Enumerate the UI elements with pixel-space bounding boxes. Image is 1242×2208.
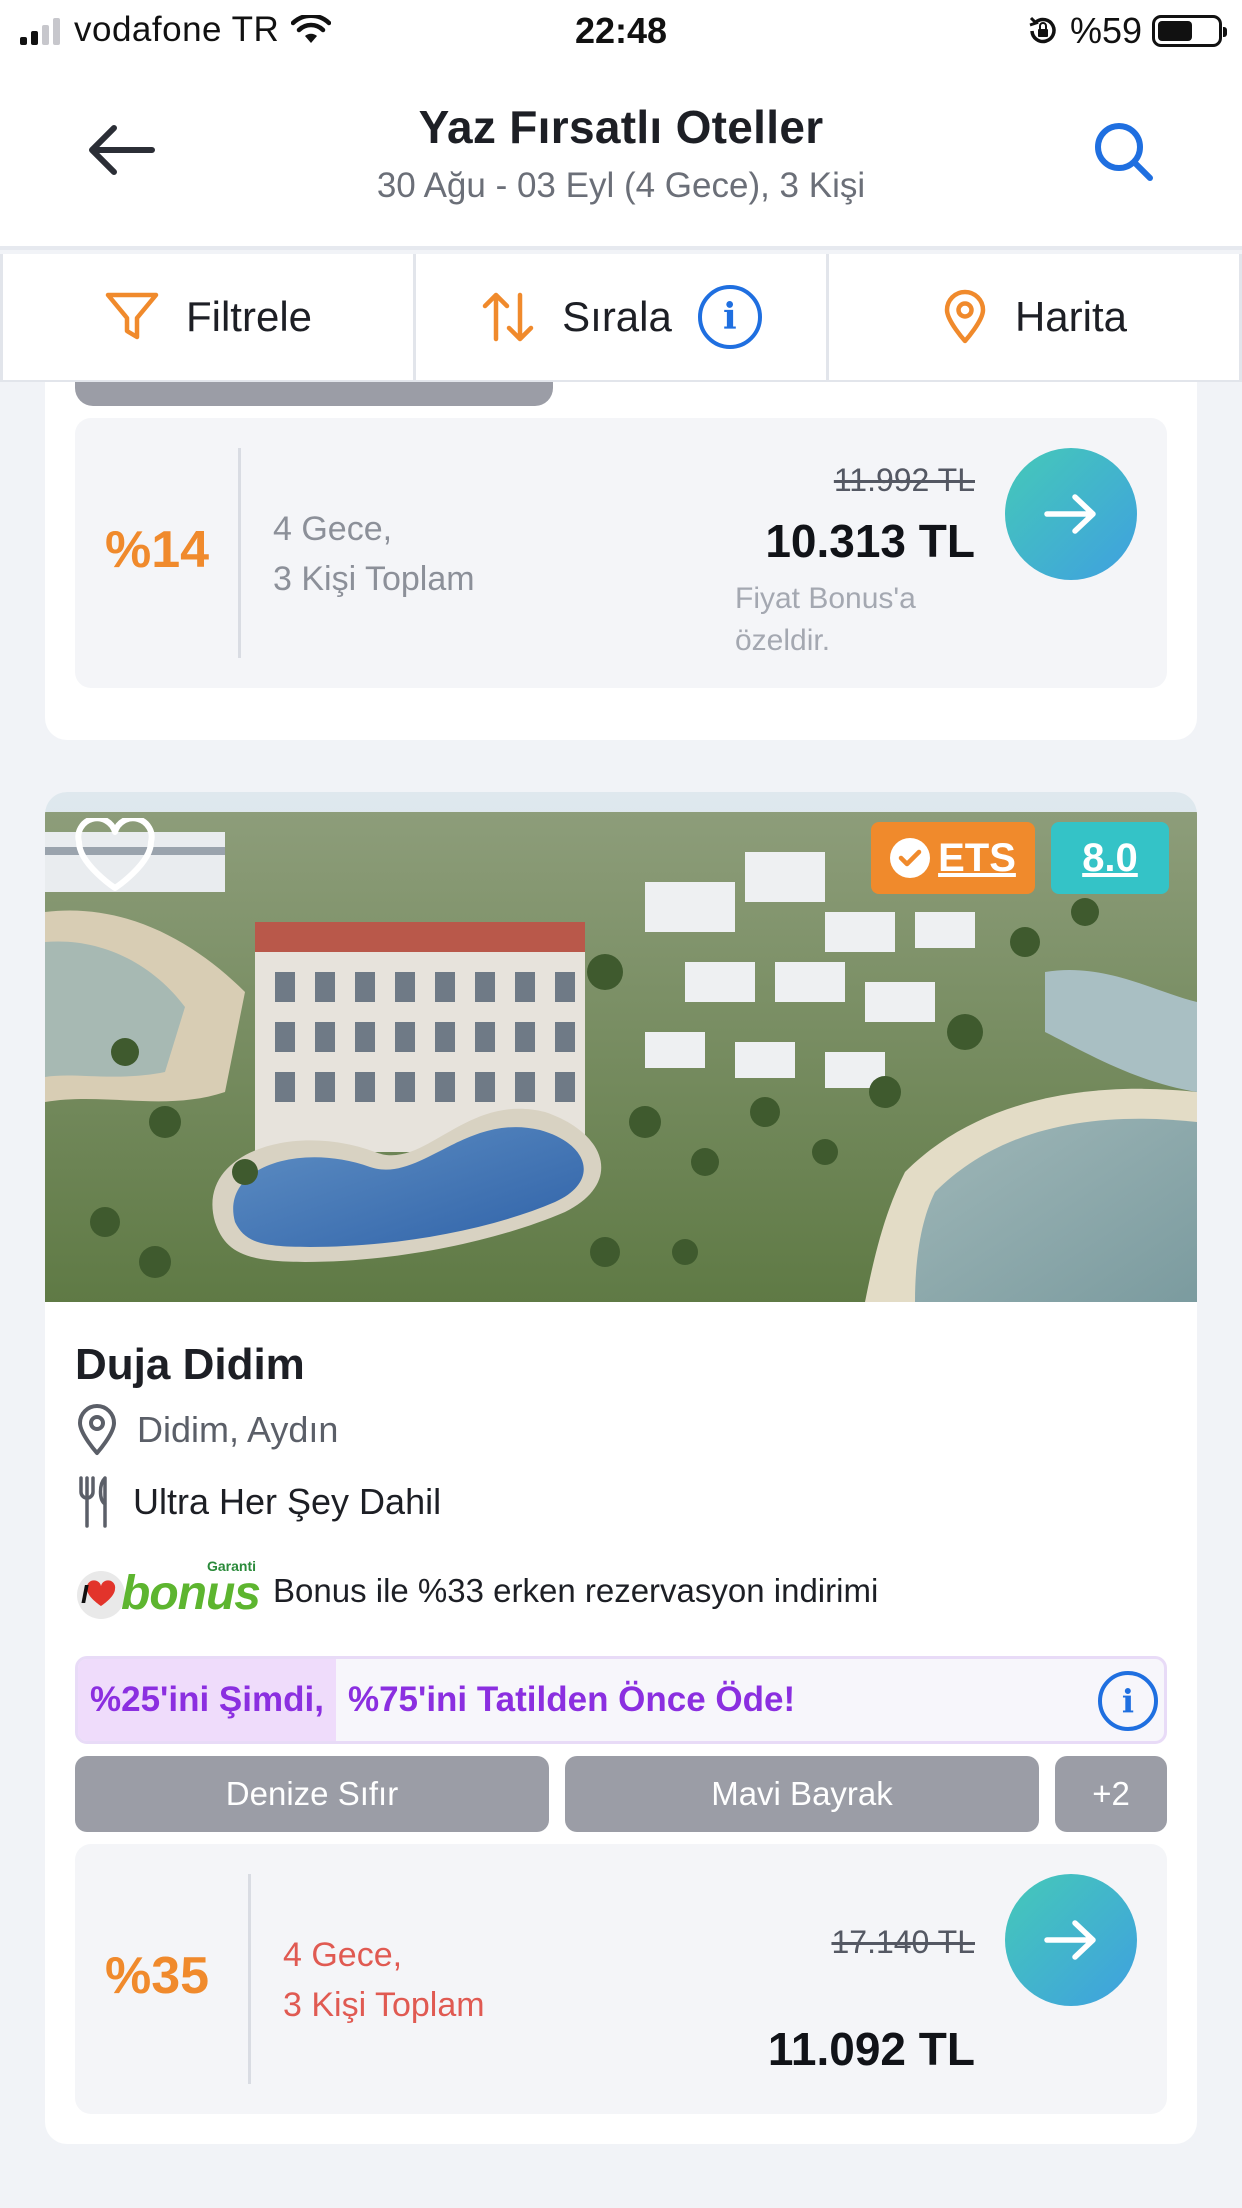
stay-summary: 4 Gece, 3 Kişi Toplam: [273, 504, 475, 604]
note-line: Fiyat Bonus'a: [735, 582, 916, 615]
board-row: Ultra Her Şey Dahil: [75, 1474, 441, 1530]
hotel-card[interactable]: ETS 8.0 Duja Didim Didim, Aydın Ultra He…: [45, 792, 1197, 2144]
ets-badge[interactable]: ETS: [871, 822, 1035, 894]
page-title: Yaz Fırsatlı Oteller: [418, 101, 824, 153]
note-line: özeldir.: [735, 624, 831, 657]
divider: [238, 448, 241, 658]
battery-percent: %59: [1069, 10, 1142, 51]
tag-stub: [75, 382, 553, 406]
hotel-photo[interactable]: ETS 8.0: [45, 792, 1197, 1302]
filter-funnel-icon: [105, 292, 159, 340]
bonus-logo-i: I: [81, 1579, 89, 1609]
nights-line: 4 Gece,: [273, 510, 393, 548]
hotel-name[interactable]: Duja Didim: [75, 1340, 305, 1390]
tag-blue-flag[interactable]: Mavi Bayrak: [565, 1756, 1039, 1832]
arrow-right-icon: [1044, 494, 1096, 534]
current-price: 11.092 TL: [767, 2023, 975, 2075]
battery-icon: [1152, 15, 1227, 47]
location-text: Didim, Aydın: [137, 1409, 339, 1450]
price-panel: %14 4 Gece, 3 Kişi Toplam 11.992 TL 10.3…: [75, 418, 1167, 688]
rotation-lock-icon: [1029, 16, 1056, 44]
old-price: 17.140 TL: [831, 1924, 975, 1960]
nav-header: Yaz Fırsatlı Oteller 30 Ağu - 03 Eyl (4 …: [0, 62, 1242, 250]
pay-now-text: %25'ini Şimdi,: [78, 1659, 336, 1741]
filter-button[interactable]: Filtrele: [0, 254, 416, 380]
map-button[interactable]: Harita: [829, 254, 1242, 380]
search-icon[interactable]: [1092, 120, 1156, 184]
sort-button[interactable]: Sırala i: [416, 254, 829, 380]
bonus-logo-main: bonus: [121, 1567, 261, 1620]
current-price: 10.313 TL: [765, 515, 975, 567]
divider: [248, 1874, 251, 2084]
location-pin-icon: [78, 1404, 116, 1455]
stay-summary: 4 Gece, 3 Kişi Toplam: [283, 1930, 485, 2030]
check-icon: [890, 838, 931, 878]
go-to-hotel-button[interactable]: [1005, 448, 1137, 580]
location-row: Didim, Aydın: [75, 1404, 338, 1456]
status-bar: vodafone TR 22:48 %59: [0, 0, 1242, 62]
guests-line: 3 Kişi Toplam: [273, 560, 475, 598]
discount-percent: %14: [105, 521, 210, 579]
map-label: Harita: [1014, 293, 1128, 340]
tag-beachfront[interactable]: Denize Sıfır: [75, 1756, 549, 1832]
bonus-campaign-text: Bonus ile %33 erken rezervasyon indirimi: [273, 1572, 879, 1609]
map-pin-icon: [944, 289, 986, 344]
old-price: 11.992 TL: [833, 462, 975, 498]
bonus-campaign-row: I Garanti bonus Bonus ile %33 erken reze…: [75, 1558, 879, 1620]
payment-info-icon[interactable]: i: [1098, 1671, 1158, 1731]
filter-label: Filtrele: [185, 293, 313, 340]
tag-more[interactable]: +2: [1055, 1756, 1167, 1832]
sort-info-icon[interactable]: i: [697, 285, 762, 349]
filter-bar: Filtrele Sırala i Harita: [0, 254, 1242, 382]
rating-badge[interactable]: 8.0: [1051, 822, 1169, 894]
sort-arrows-icon: [482, 292, 534, 342]
sort-label: Sırala: [562, 293, 672, 340]
arrow-right-icon: [1044, 1920, 1096, 1960]
go-to-hotel-button[interactable]: [1005, 1874, 1137, 2006]
payment-plan-banner[interactable]: %25'ini Şimdi, %75'ini Tatilden Önce Öde…: [75, 1656, 1167, 1744]
page-subtitle: 30 Ağu - 03 Eyl (4 Gece), 3 Kişi: [376, 166, 866, 205]
fork-knife-icon: [79, 1476, 107, 1528]
discount-percent: %35: [105, 1947, 210, 2005]
favorite-heart-icon[interactable]: [73, 818, 157, 894]
hotel-card: %14 4 Gece, 3 Kişi Toplam 11.992 TL 10.3…: [45, 382, 1197, 740]
feature-tags: Denize Sıfır Mavi Bayrak +2: [75, 1756, 1167, 1832]
board-type-text: Ultra Her Şey Dahil: [133, 1481, 442, 1522]
pay-later-text: %75'ini Tatilden Önce Öde!: [347, 1680, 796, 1719]
ets-label: ETS: [938, 835, 1016, 880]
price-panel: %35 4 Gece, 3 Kişi Toplam 17.140 TL 11.0…: [75, 1844, 1167, 2114]
bonus-price-note: Fiyat Bonus'a özeldir.: [735, 578, 916, 662]
guests-line: 3 Kişi Toplam: [283, 1986, 485, 2024]
nights-line: 4 Gece,: [283, 1936, 403, 1974]
bonus-logo: I Garanti bonus: [75, 1558, 265, 1620]
